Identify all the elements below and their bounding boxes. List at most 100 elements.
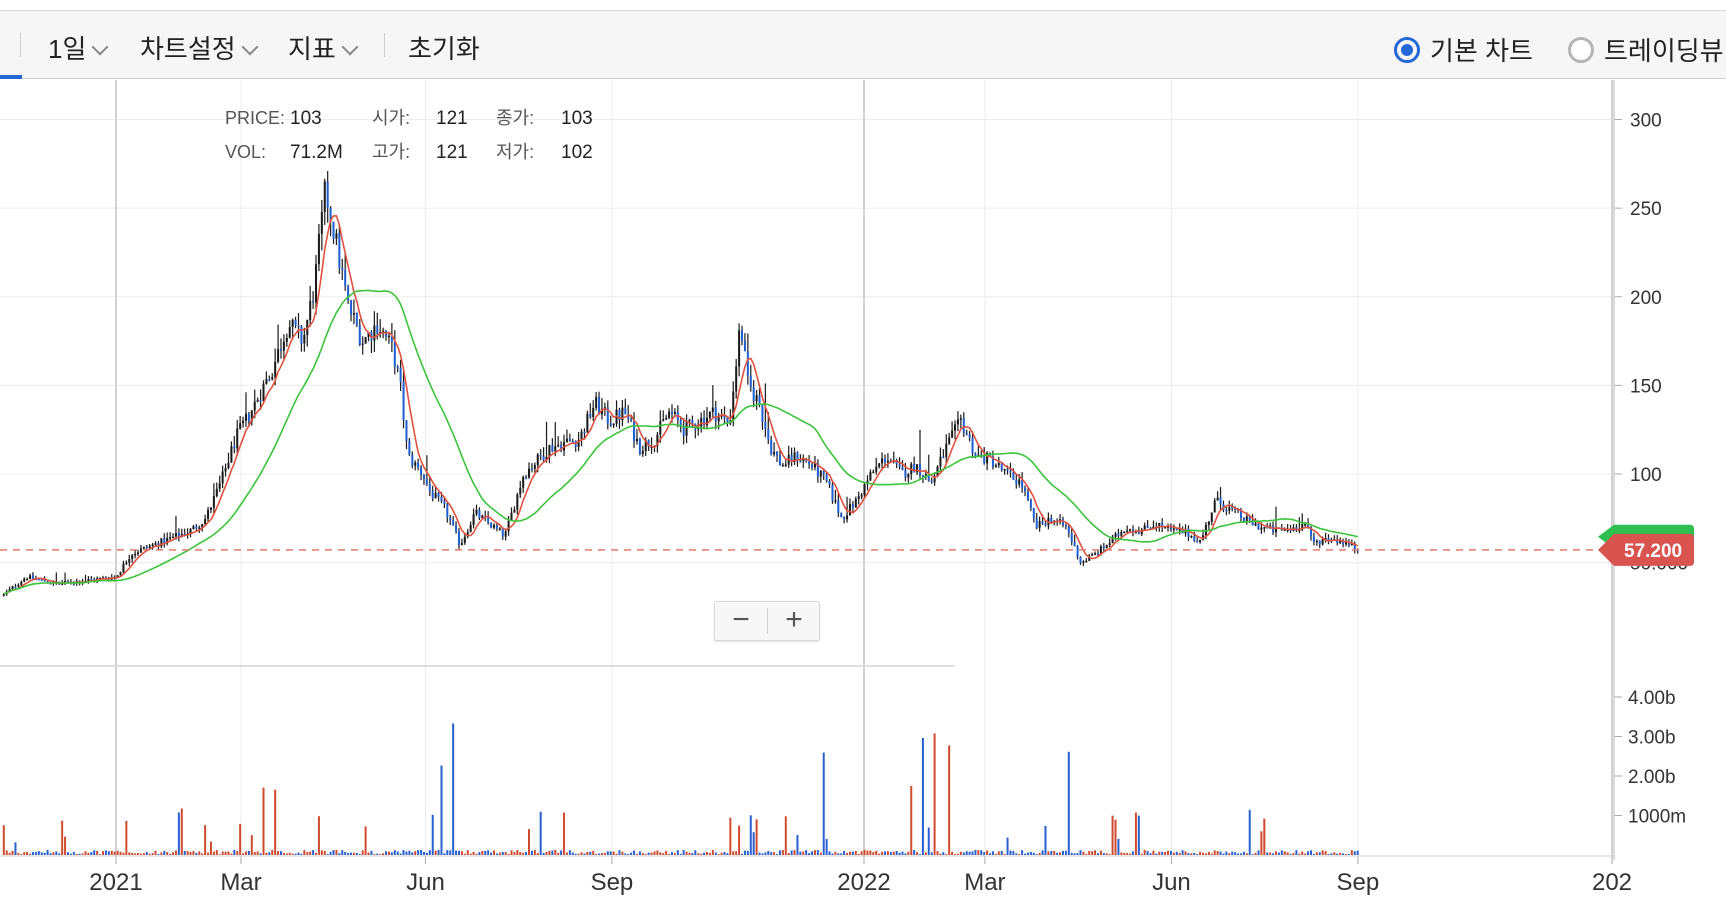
- radio-tradingview[interactable]: 트레이딩뷰: [1568, 31, 1724, 68]
- volume-bar: [1248, 809, 1251, 855]
- volume-bar: [107, 851, 110, 855]
- volume-bar: [350, 852, 353, 855]
- candle-body: [1108, 543, 1111, 546]
- candle-body: [840, 513, 843, 518]
- volume-bar: [29, 853, 32, 855]
- candle-body: [819, 470, 822, 477]
- volume-bar: [326, 854, 329, 855]
- candle-body: [452, 520, 455, 526]
- indicator-dropdown[interactable]: 지표: [288, 29, 359, 66]
- candle-body: [326, 181, 329, 208]
- volume-bar: [901, 851, 904, 855]
- volume-bar: [1155, 853, 1158, 855]
- volume-bar: [741, 853, 744, 855]
- period-dropdown[interactable]: 1일: [48, 29, 109, 66]
- ma-short-line: [3, 214, 1359, 595]
- candle-body: [624, 407, 627, 415]
- price-chart[interactable]: 50.0001001502002503001000m2.00b3.00b4.00…: [0, 80, 1726, 912]
- volume-bar: [457, 850, 460, 855]
- volume-bar: [633, 850, 636, 855]
- candle-body: [1196, 541, 1199, 543]
- candle-body: [746, 351, 749, 376]
- volume-bar: [52, 852, 55, 855]
- candle-body: [460, 542, 463, 546]
- candle-body: [134, 553, 137, 556]
- volume-bar: [913, 849, 916, 855]
- volume-bar: [382, 853, 385, 855]
- volume-bar: [180, 808, 183, 855]
- moving-averages: [3, 214, 1359, 595]
- volume-bar: [1315, 852, 1318, 855]
- candle-body: [635, 438, 638, 442]
- candle-body: [740, 330, 744, 341]
- candle-body: [31, 575, 34, 579]
- volume-bar: [933, 733, 936, 855]
- candle-body: [417, 462, 420, 468]
- volume-bar: [971, 851, 974, 855]
- candle-body: [142, 546, 145, 549]
- candle-body: [711, 407, 714, 412]
- candle-body: [595, 396, 598, 409]
- candle-body: [828, 480, 831, 485]
- volume-bar: [662, 853, 665, 855]
- candle-body: [571, 440, 574, 443]
- reset-button[interactable]: 초기화: [408, 29, 480, 66]
- zoom-in-button[interactable]: +: [768, 602, 820, 640]
- volume-bar: [169, 853, 172, 855]
- volume-bar: [883, 851, 886, 855]
- volume-bar: [598, 853, 601, 855]
- candle-body: [837, 500, 840, 514]
- volume-bar: [627, 854, 630, 855]
- candle-body: [869, 472, 872, 481]
- zoom-out-button[interactable]: −: [715, 602, 767, 640]
- candle-body: [1193, 536, 1196, 542]
- volume-bar: [1336, 853, 1339, 855]
- volume-bar: [99, 854, 102, 855]
- candle-body: [510, 512, 513, 521]
- candle-body: [542, 456, 545, 461]
- volume-bar: [1251, 854, 1254, 855]
- candle-body: [513, 509, 516, 513]
- volume-bar: [417, 850, 420, 855]
- volume-bar: [551, 850, 554, 855]
- candle-body: [848, 504, 851, 516]
- volume-bar: [612, 851, 615, 855]
- volume-bar: [335, 850, 338, 855]
- candle-body: [965, 432, 968, 435]
- legend-low-label: 저가:: [496, 142, 534, 162]
- candle-body: [1257, 523, 1260, 530]
- volume-bar: [414, 851, 417, 855]
- volume-bar: [142, 853, 145, 855]
- candle-body: [685, 421, 688, 436]
- volume-bar: [586, 851, 589, 855]
- legend-open-label: 시가:: [372, 108, 410, 128]
- volume-bar: [84, 851, 87, 855]
- candle-body: [1094, 553, 1097, 555]
- candle-body: [1041, 521, 1044, 524]
- volume-bar: [151, 853, 154, 855]
- radio-trading-label: 트레이딩뷰: [1604, 36, 1724, 66]
- candle-body: [592, 408, 595, 417]
- volume-bar: [778, 850, 781, 855]
- candle-body: [463, 536, 466, 543]
- candle-body: [478, 509, 481, 518]
- candle-body: [277, 349, 280, 362]
- candle-body: [408, 440, 411, 455]
- radio-basic-chart[interactable]: 기본 차트: [1394, 31, 1533, 68]
- candle-body: [551, 445, 554, 452]
- candle-body: [172, 536, 175, 539]
- candle-body: [1254, 523, 1257, 526]
- volume-bar: [75, 853, 78, 855]
- candle-body: [501, 528, 504, 537]
- volume-bar: [1178, 852, 1181, 855]
- volume-bar: [539, 811, 542, 855]
- volume-bar: [647, 852, 650, 855]
- candle-body: [589, 413, 592, 417]
- volume-bar: [160, 852, 163, 855]
- volume-bar: [991, 851, 994, 855]
- volume-bar: [994, 853, 997, 855]
- chart-settings-dropdown[interactable]: 차트설정: [140, 29, 259, 66]
- volume-bar: [1123, 852, 1126, 855]
- candle-body: [1035, 518, 1038, 528]
- candle-body: [1009, 470, 1012, 473]
